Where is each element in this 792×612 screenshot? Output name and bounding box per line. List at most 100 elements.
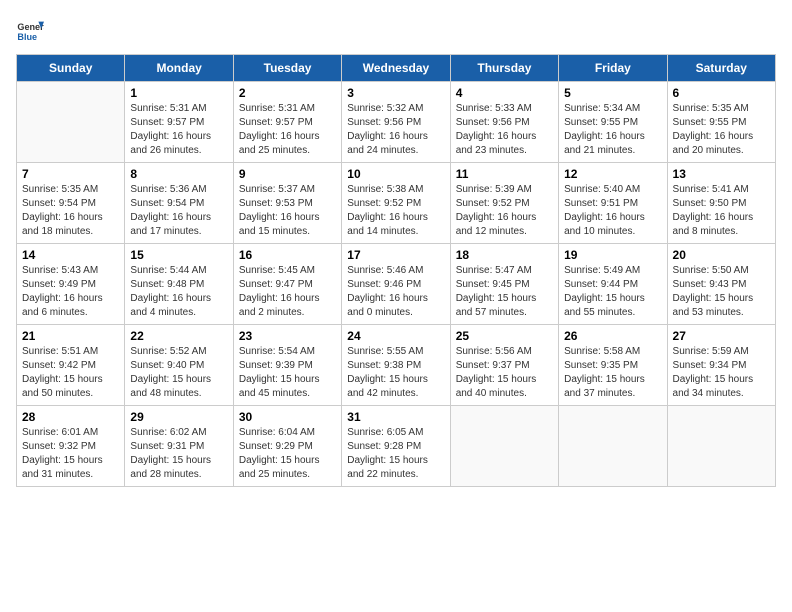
calendar-cell: 31 Sunrise: 6:05 AM Sunset: 9:28 PM Dayli… — [342, 406, 450, 487]
day-number: 29 — [130, 410, 227, 424]
calendar-cell: 24Sunrise: 5:55 AM Sunset: 9:38 PM Dayli… — [342, 325, 450, 406]
calendar-cell: 13 Sunrise: 5:41 AM Sunset: 9:50 PM Dayli… — [667, 163, 775, 244]
day-info: Sunrise: 5:41 AM Sunset: 9:50 PM Dayligh… — [673, 183, 770, 239]
day-info: Sunrise: 5:40 AM Sunset: 9:51 PM Dayligh… — [564, 183, 661, 239]
day-number: 30 — [239, 410, 336, 424]
calendar-week-row: 1 Sunrise: 5:31 AM Sunset: 9:57 PM Daylig… — [17, 82, 776, 163]
calendar-cell: 9 Sunrise: 5:37 AM Sunset: 9:53 PM Daylig… — [233, 163, 341, 244]
calendar-cell: 29 Sunrise: 6:02 AM Sunset: 9:31 PM Dayli… — [125, 406, 233, 487]
calendar-cell: 25 Sunrise: 5:56 AM Sunset: 9:37 PM Dayli… — [450, 325, 558, 406]
calendar-cell: 12 Sunrise: 5:40 AM Sunset: 9:51 PM Dayli… — [559, 163, 667, 244]
calendar-cell: 17 Sunrise: 5:46 AM Sunset: 9:46 PM Dayli… — [342, 244, 450, 325]
day-info: Sunrise: 5:33 AM Sunset: 9:56 PM Dayligh… — [456, 102, 553, 158]
day-number: 27 — [673, 329, 770, 343]
day-number: 18 — [456, 248, 553, 262]
calendar-cell: 27 Sunrise: 5:59 AM Sunset: 9:34 PM Dayli… — [667, 325, 775, 406]
calendar-week-row: 7Sunrise: 5:35 AM Sunset: 9:54 PM Daylig… — [17, 163, 776, 244]
calendar-cell: 14Sunrise: 5:43 AM Sunset: 9:49 PM Dayli… — [17, 244, 125, 325]
calendar-cell: 2 Sunrise: 5:31 AM Sunset: 9:57 PM Daylig… — [233, 82, 341, 163]
day-number: 22 — [130, 329, 227, 343]
day-number: 15 — [130, 248, 227, 262]
calendar-cell: 26Sunrise: 5:58 AM Sunset: 9:35 PM Dayli… — [559, 325, 667, 406]
day-info: Sunrise: 6:04 AM Sunset: 9:29 PM Dayligh… — [239, 426, 336, 482]
day-number: 31 — [347, 410, 444, 424]
weekday-header: Sunday — [17, 55, 125, 82]
day-info: Sunrise: 5:46 AM Sunset: 9:46 PM Dayligh… — [347, 264, 444, 320]
weekday-header: Saturday — [667, 55, 775, 82]
calendar-table: SundayMondayTuesdayWednesdayThursdayFrid… — [16, 54, 776, 487]
day-number: 13 — [673, 167, 770, 181]
calendar-cell: 21Sunrise: 5:51 AM Sunset: 9:42 PM Dayli… — [17, 325, 125, 406]
day-number: 24 — [347, 329, 444, 343]
calendar-week-row: 28 Sunrise: 6:01 AM Sunset: 9:32 PM Dayli… — [17, 406, 776, 487]
calendar-cell: 28 Sunrise: 6:01 AM Sunset: 9:32 PM Dayli… — [17, 406, 125, 487]
calendar-cell: 10 Sunrise: 5:38 AM Sunset: 9:52 PM Dayli… — [342, 163, 450, 244]
day-number: 2 — [239, 86, 336, 100]
calendar-cell: 6Sunrise: 5:35 AM Sunset: 9:55 PM Daylig… — [667, 82, 775, 163]
day-number: 21 — [22, 329, 119, 343]
weekday-header: Tuesday — [233, 55, 341, 82]
calendar-week-row: 21Sunrise: 5:51 AM Sunset: 9:42 PM Dayli… — [17, 325, 776, 406]
calendar-cell: 3Sunrise: 5:32 AM Sunset: 9:56 PM Daylig… — [342, 82, 450, 163]
day-info: Sunrise: 5:47 AM Sunset: 9:45 PM Dayligh… — [456, 264, 553, 320]
logo: General Blue — [16, 16, 46, 44]
calendar-cell: 30 Sunrise: 6:04 AM Sunset: 9:29 PM Dayli… — [233, 406, 341, 487]
day-info: Sunrise: 5:39 AM Sunset: 9:52 PM Dayligh… — [456, 183, 553, 239]
calendar-cell — [17, 82, 125, 163]
weekday-header: Monday — [125, 55, 233, 82]
day-info: Sunrise: 5:54 AM Sunset: 9:39 PM Dayligh… — [239, 345, 336, 401]
weekday-header: Friday — [559, 55, 667, 82]
day-info: Sunrise: 6:05 AM Sunset: 9:28 PM Dayligh… — [347, 426, 444, 482]
day-number: 28 — [22, 410, 119, 424]
day-number: 9 — [239, 167, 336, 181]
day-info: Sunrise: 5:50 AM Sunset: 9:43 PM Dayligh… — [673, 264, 770, 320]
day-number: 17 — [347, 248, 444, 262]
day-info: Sunrise: 5:34 AM Sunset: 9:55 PM Dayligh… — [564, 102, 661, 158]
day-number: 23 — [239, 329, 336, 343]
calendar-header-row: SundayMondayTuesdayWednesdayThursdayFrid… — [17, 55, 776, 82]
day-info: Sunrise: 5:31 AM Sunset: 9:57 PM Dayligh… — [239, 102, 336, 158]
day-info: Sunrise: 5:44 AM Sunset: 9:48 PM Dayligh… — [130, 264, 227, 320]
calendar-cell: 11 Sunrise: 5:39 AM Sunset: 9:52 PM Dayli… — [450, 163, 558, 244]
calendar-cell: 15 Sunrise: 5:44 AM Sunset: 9:48 PM Dayli… — [125, 244, 233, 325]
calendar-cell: 7Sunrise: 5:35 AM Sunset: 9:54 PM Daylig… — [17, 163, 125, 244]
day-info: Sunrise: 5:38 AM Sunset: 9:52 PM Dayligh… — [347, 183, 444, 239]
day-number: 5 — [564, 86, 661, 100]
day-info: Sunrise: 6:02 AM Sunset: 9:31 PM Dayligh… — [130, 426, 227, 482]
calendar-cell: 16 Sunrise: 5:45 AM Sunset: 9:47 PM Dayli… — [233, 244, 341, 325]
day-number: 25 — [456, 329, 553, 343]
page-header: General Blue — [16, 16, 776, 44]
day-number: 16 — [239, 248, 336, 262]
day-info: Sunrise: 5:58 AM Sunset: 9:35 PM Dayligh… — [564, 345, 661, 401]
weekday-header: Thursday — [450, 55, 558, 82]
day-info: Sunrise: 5:35 AM Sunset: 9:54 PM Dayligh… — [22, 183, 119, 239]
calendar-cell: 19Sunrise: 5:49 AM Sunset: 9:44 PM Dayli… — [559, 244, 667, 325]
calendar-cell: 5 Sunrise: 5:34 AM Sunset: 9:55 PM Daylig… — [559, 82, 667, 163]
logo-icon: General Blue — [16, 16, 44, 44]
day-info: Sunrise: 5:36 AM Sunset: 9:54 PM Dayligh… — [130, 183, 227, 239]
day-info: Sunrise: 5:59 AM Sunset: 9:34 PM Dayligh… — [673, 345, 770, 401]
calendar-cell: 22 Sunrise: 5:52 AM Sunset: 9:40 PM Dayli… — [125, 325, 233, 406]
day-info: Sunrise: 6:01 AM Sunset: 9:32 PM Dayligh… — [22, 426, 119, 482]
calendar-cell — [559, 406, 667, 487]
day-info: Sunrise: 5:52 AM Sunset: 9:40 PM Dayligh… — [130, 345, 227, 401]
day-number: 1 — [130, 86, 227, 100]
day-info: Sunrise: 5:45 AM Sunset: 9:47 PM Dayligh… — [239, 264, 336, 320]
day-number: 19 — [564, 248, 661, 262]
calendar-cell: 1 Sunrise: 5:31 AM Sunset: 9:57 PM Daylig… — [125, 82, 233, 163]
calendar-week-row: 14Sunrise: 5:43 AM Sunset: 9:49 PM Dayli… — [17, 244, 776, 325]
svg-text:Blue: Blue — [17, 32, 37, 42]
day-info: Sunrise: 5:56 AM Sunset: 9:37 PM Dayligh… — [456, 345, 553, 401]
day-info: Sunrise: 5:43 AM Sunset: 9:49 PM Dayligh… — [22, 264, 119, 320]
calendar-cell: 8Sunrise: 5:36 AM Sunset: 9:54 PM Daylig… — [125, 163, 233, 244]
day-info: Sunrise: 5:31 AM Sunset: 9:57 PM Dayligh… — [130, 102, 227, 158]
calendar-cell: 4Sunrise: 5:33 AM Sunset: 9:56 PM Daylig… — [450, 82, 558, 163]
day-info: Sunrise: 5:37 AM Sunset: 9:53 PM Dayligh… — [239, 183, 336, 239]
day-number: 10 — [347, 167, 444, 181]
day-number: 12 — [564, 167, 661, 181]
calendar-cell: 20Sunrise: 5:50 AM Sunset: 9:43 PM Dayli… — [667, 244, 775, 325]
calendar-cell: 23 Sunrise: 5:54 AM Sunset: 9:39 PM Dayli… — [233, 325, 341, 406]
calendar-cell — [450, 406, 558, 487]
day-number: 6 — [673, 86, 770, 100]
day-number: 11 — [456, 167, 553, 181]
